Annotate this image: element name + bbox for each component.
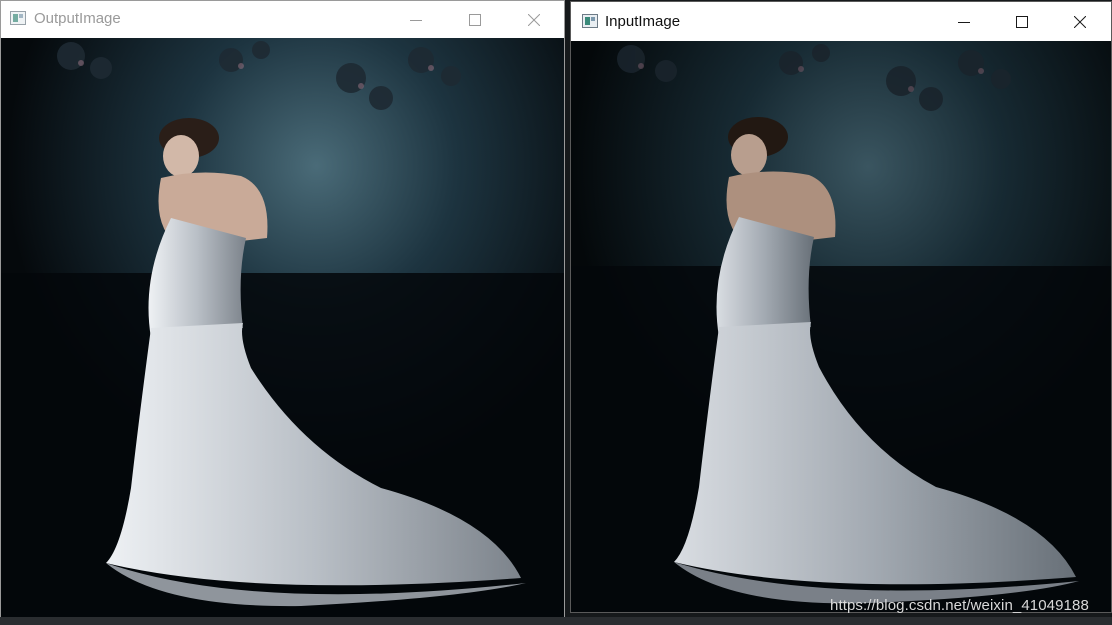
input-close-button[interactable] [1051,2,1109,41]
output-maximize-button[interactable] [446,1,504,38]
output-minimize-button[interactable] [387,1,445,38]
input-image-window[interactable]: InputImage [570,1,1112,613]
input-maximize-button[interactable] [993,2,1051,41]
desktop: OutputImage InputImage https://blog.csdn… [0,0,1112,625]
maximize-icon [469,13,481,26]
minimize-icon [958,21,970,23]
minimize-icon [410,19,422,21]
input-minimize-button[interactable] [935,2,993,41]
output-image-window[interactable]: OutputImage [0,0,565,620]
input-window-titlebar[interactable]: InputImage [571,2,1111,41]
close-icon [1074,15,1086,28]
processed-bride-photo [1,38,564,619]
watermark-text: https://blog.csdn.net/weixin_41049188 [830,597,1089,614]
app-window-icon [582,14,598,28]
close-icon [528,13,540,26]
output-window-titlebar[interactable]: OutputImage [1,1,564,38]
output-image-canvas [1,38,564,619]
input-window-title: InputImage [605,13,681,30]
maximize-icon [1016,15,1028,28]
original-bride-photo [571,41,1111,612]
taskbar-strip [0,617,1112,625]
output-window-title: OutputImage [34,10,121,27]
output-close-button[interactable] [505,1,563,38]
app-window-icon [10,11,26,25]
input-image-canvas [571,41,1111,612]
